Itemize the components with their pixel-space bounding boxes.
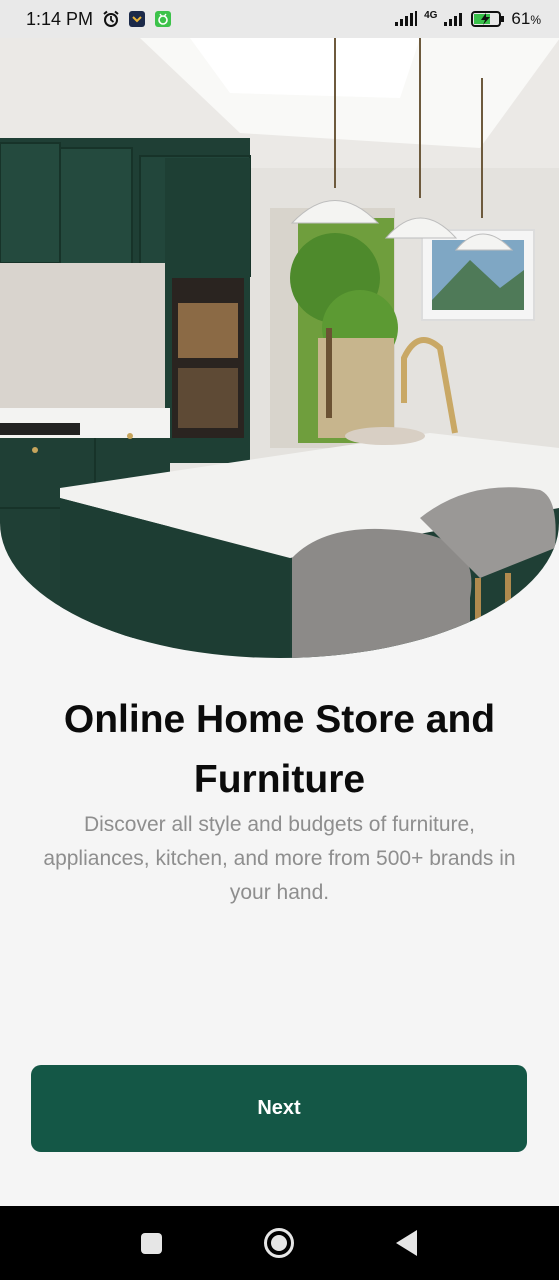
- alarm-icon: [103, 10, 119, 27]
- battery-level: 61%: [511, 9, 541, 28]
- page-subtitle: Discover all style and budgets of furnit…: [43, 813, 516, 904]
- home-icon[interactable]: [264, 1228, 294, 1258]
- next-button[interactable]: Next: [31, 1065, 527, 1152]
- recent-apps-icon[interactable]: [141, 1233, 162, 1254]
- page-title: Online Home Store and Furniture: [63, 698, 496, 801]
- hero-image: [0, 38, 559, 658]
- status-bar: 1:14 PM 4G 61%: [0, 0, 559, 38]
- status-time: 1:14 PM: [26, 9, 94, 29]
- status-right-cluster: 4G 61%: [394, 9, 541, 29]
- kitchen-illustration: [0, 38, 559, 658]
- back-icon[interactable]: [396, 1230, 417, 1256]
- battery-charging-icon: [471, 11, 505, 27]
- signal-icon-2: [444, 13, 463, 26]
- app-notification-icon: [129, 11, 145, 27]
- signal-icon: [395, 11, 418, 26]
- android-app-icon: [155, 11, 171, 27]
- navigation-bar: [0, 1206, 559, 1280]
- status-notification-icons: [102, 10, 172, 28]
- network-type-label: 4G: [424, 10, 438, 21]
